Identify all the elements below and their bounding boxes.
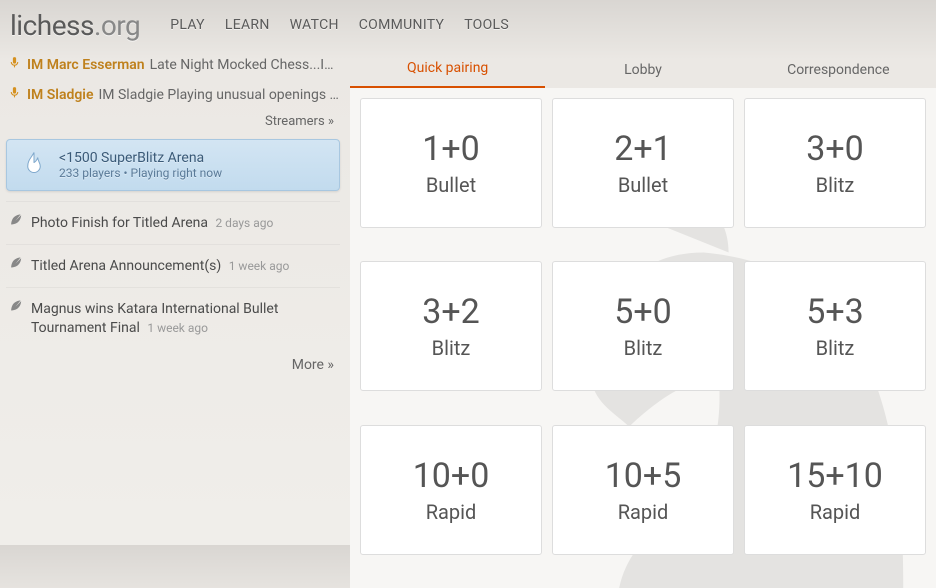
- news-time: 2 days ago: [215, 216, 273, 230]
- tab-correspondence[interactable]: Correspondence: [741, 52, 936, 88]
- tab-lobby[interactable]: Lobby: [545, 52, 740, 88]
- quick-pairing-grid: 1+0 Bullet 2+1 Bullet 3+0 Blitz 3+2 Blitz 5+…: [350, 88, 936, 588]
- tile-mode: Blitz: [432, 336, 471, 360]
- flame-icon: [19, 150, 49, 180]
- stream-desc: IM Sladgie Playing unusual openings …: [98, 86, 338, 104]
- pairing-tile[interactable]: 5+0 Blitz: [552, 261, 734, 391]
- tile-time: 10+0: [413, 456, 490, 496]
- tile-mode: Blitz: [816, 336, 855, 360]
- tile-time: 5+0: [614, 292, 672, 332]
- news-item[interactable]: Titled Arena Announcement(s) 1 week ago: [6, 244, 340, 287]
- arena-title: <1500 SuperBlitz Arena: [59, 150, 222, 166]
- pairing-tile[interactable]: 3+2 Blitz: [360, 261, 542, 391]
- tile-time: 5+3: [806, 292, 864, 332]
- arena-subtitle: 233 players • Playing right now: [59, 166, 222, 180]
- tile-time: 3+0: [806, 129, 864, 169]
- stream-desc: Late Night Mocked Chess...I…: [150, 56, 334, 74]
- stream-item[interactable]: IM Marc Esserman Late Night Mocked Chess…: [6, 50, 340, 80]
- feather-icon: [8, 298, 23, 313]
- pairing-tile[interactable]: 15+10 Rapid: [744, 425, 926, 555]
- tile-mode: Rapid: [810, 500, 861, 524]
- tile-time: 3+2: [422, 292, 480, 332]
- pairing-tile[interactable]: 2+1 Bullet: [552, 98, 734, 228]
- tile-mode: Rapid: [618, 500, 669, 524]
- top-bar: lichess.org PLAY LEARN WATCH COMMUNITY T…: [0, 0, 936, 50]
- nav-tools[interactable]: TOOLS: [464, 17, 509, 33]
- stream-title: IM Sladgie: [27, 86, 93, 104]
- nav-learn[interactable]: LEARN: [225, 17, 270, 33]
- main-area: Quick pairing Lobby Correspondence 1+0 Bu…: [350, 50, 936, 588]
- pairing-tile[interactable]: 10+5 Rapid: [552, 425, 734, 555]
- tile-mode: Rapid: [426, 500, 477, 524]
- feather-icon: [8, 255, 23, 270]
- tile-time: 15+10: [787, 456, 883, 496]
- news-item[interactable]: Magnus wins Katara International Bullet …: [6, 287, 340, 349]
- pairing-tile[interactable]: 10+0 Rapid: [360, 425, 542, 555]
- tile-time: 2+1: [614, 129, 672, 169]
- tile-mode: Bullet: [618, 173, 668, 197]
- pairing-tile[interactable]: 5+3 Blitz: [744, 261, 926, 391]
- tile-mode: Blitz: [816, 173, 855, 197]
- news-title: Photo Finish for Titled Arena: [31, 215, 208, 231]
- streamers-link[interactable]: Streamers »: [6, 110, 340, 137]
- tile-time: 10+5: [605, 456, 682, 496]
- news-item[interactable]: Photo Finish for Titled Arena 2 days ago: [6, 201, 340, 244]
- news-time: 1 week ago: [229, 259, 290, 273]
- tile-time: 1+0: [422, 129, 480, 169]
- tile-mode: Bullet: [426, 173, 476, 197]
- mic-icon: [8, 86, 21, 99]
- arena-box[interactable]: <1500 SuperBlitz Arena 233 players • Pla…: [6, 139, 340, 191]
- sidebar: IM Marc Esserman Late Night Mocked Chess…: [0, 50, 350, 588]
- news-time: 1 week ago: [147, 321, 208, 335]
- pairing-tile[interactable]: 1+0 Bullet: [360, 98, 542, 228]
- tile-mode: Blitz: [624, 336, 663, 360]
- nav-watch[interactable]: WATCH: [290, 17, 339, 33]
- more-link[interactable]: More »: [6, 349, 340, 381]
- lobby-tabs: Quick pairing Lobby Correspondence: [350, 50, 936, 88]
- pairing-tile[interactable]: 3+0 Blitz: [744, 98, 926, 228]
- tab-quick-pairing[interactable]: Quick pairing: [350, 50, 545, 88]
- mic-icon: [8, 56, 21, 69]
- stream-title: IM Marc Esserman: [27, 56, 145, 74]
- nav-play[interactable]: PLAY: [170, 17, 205, 33]
- logo[interactable]: lichess.org: [10, 9, 140, 42]
- main-nav: PLAY LEARN WATCH COMMUNITY TOOLS: [170, 17, 509, 33]
- feather-icon: [8, 212, 23, 227]
- stream-item[interactable]: IM Sladgie IM Sladgie Playing unusual op…: [6, 80, 340, 110]
- nav-community[interactable]: COMMUNITY: [359, 17, 444, 33]
- news-title: Titled Arena Announcement(s): [31, 258, 221, 274]
